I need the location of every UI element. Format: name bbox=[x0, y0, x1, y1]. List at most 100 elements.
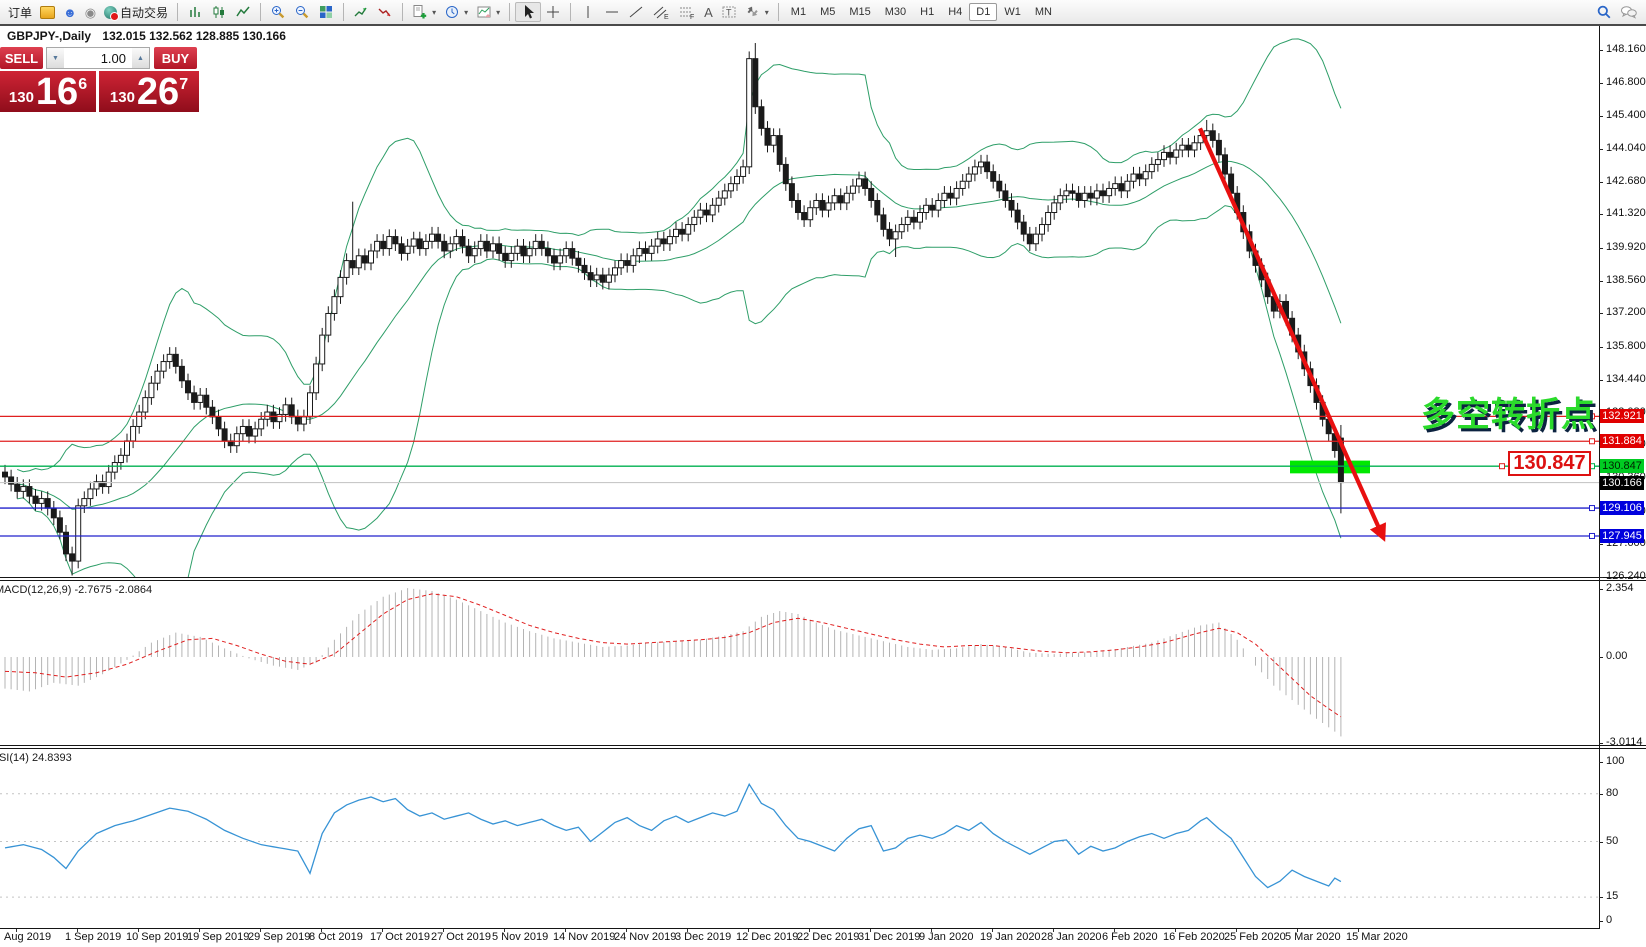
macd-tick-label: 2.354 bbox=[1606, 582, 1634, 594]
timeframe-m30[interactable]: M30 bbox=[878, 3, 913, 21]
date-label: 19 Jan 2020 bbox=[980, 931, 1041, 943]
timeframe-d1[interactable]: D1 bbox=[969, 3, 997, 21]
volume-spinner: ▼ 1.00 ▲ bbox=[46, 47, 150, 69]
arrows-tool-button[interactable]: ▾ bbox=[741, 2, 773, 22]
candle bbox=[1015, 210, 1020, 222]
candle bbox=[753, 59, 758, 107]
candle bbox=[454, 237, 459, 244]
history-icon bbox=[40, 6, 55, 19]
templates-button[interactable]: ▾ bbox=[472, 2, 504, 22]
cursor-tool-button[interactable] bbox=[515, 2, 541, 22]
crosshair-tool-button[interactable] bbox=[541, 2, 565, 22]
axis-tick-mark bbox=[1599, 577, 1603, 578]
orders-button[interactable]: 订单 bbox=[4, 2, 36, 22]
tile-windows-button[interactable] bbox=[314, 2, 338, 22]
object-anchor[interactable] bbox=[1590, 533, 1595, 538]
orders-label: 订单 bbox=[8, 4, 32, 21]
svg-text:F: F bbox=[690, 14, 694, 20]
axis-tick-mark bbox=[1599, 83, 1603, 84]
trendline-tool-button[interactable] bbox=[624, 2, 648, 22]
timeframe-mn[interactable]: MN bbox=[1028, 3, 1059, 21]
time-axis[interactable]: Aug 20191 Sep 201910 Sep 201919 Sep 2019… bbox=[0, 931, 1646, 947]
candle bbox=[173, 354, 178, 366]
pane-separator[interactable] bbox=[0, 745, 1646, 749]
timeframe-h1[interactable]: H1 bbox=[913, 3, 941, 21]
candle bbox=[161, 362, 166, 372]
candle bbox=[76, 506, 81, 561]
axis-tick-mark bbox=[1599, 116, 1603, 117]
candle bbox=[814, 200, 819, 207]
autotrade-button[interactable]: 自动交易 bbox=[100, 2, 172, 22]
pane-separator[interactable] bbox=[0, 577, 1646, 581]
date-label: 3 Dec 2019 bbox=[675, 931, 731, 943]
candle bbox=[1088, 193, 1093, 198]
object-anchor[interactable] bbox=[1500, 464, 1505, 469]
toolbar-separator bbox=[177, 3, 178, 21]
macd-pane-canvas[interactable] bbox=[0, 581, 1599, 745]
horizontal-line-icon bbox=[604, 4, 620, 20]
candle bbox=[253, 429, 258, 436]
timeframe-h4[interactable]: H4 bbox=[941, 3, 969, 21]
price-tick-label: 135.800 bbox=[1606, 340, 1646, 352]
date-label: 9 Jan 2020 bbox=[919, 931, 973, 943]
buy-button[interactable]: BUY bbox=[154, 47, 197, 69]
timeframe-m1[interactable]: M1 bbox=[784, 3, 813, 21]
fibonacci-tool-button[interactable]: F bbox=[674, 2, 700, 22]
object-anchor[interactable] bbox=[1590, 439, 1595, 444]
zoom-out-button[interactable] bbox=[290, 2, 314, 22]
candle bbox=[649, 246, 654, 253]
search-button[interactable] bbox=[1592, 2, 1616, 22]
accounts-button[interactable]: ☻ bbox=[59, 2, 81, 22]
channel-tool-button[interactable]: E bbox=[648, 2, 674, 22]
horizontal-line-tool-button[interactable] bbox=[600, 2, 624, 22]
indicator-down-button[interactable] bbox=[373, 2, 397, 22]
candle bbox=[582, 265, 587, 272]
timeframe-w1[interactable]: W1 bbox=[997, 3, 1028, 21]
line-chart-button[interactable] bbox=[231, 2, 255, 22]
candle bbox=[1125, 181, 1130, 191]
rsi-pane-canvas[interactable] bbox=[0, 749, 1599, 928]
candle bbox=[51, 508, 56, 518]
buy-price-quote[interactable]: 130267 bbox=[99, 71, 199, 112]
main-chart-canvas[interactable] bbox=[0, 26, 1599, 578]
axis-tick-mark bbox=[1599, 281, 1603, 282]
bar-chart-button[interactable] bbox=[183, 2, 207, 22]
signals-button[interactable]: ◉ bbox=[81, 2, 100, 22]
volume-up-button[interactable]: ▲ bbox=[132, 48, 149, 68]
candle bbox=[759, 107, 764, 129]
sell-price-quote[interactable]: 130166 bbox=[0, 71, 96, 112]
history-button[interactable] bbox=[36, 2, 59, 22]
chat-button[interactable] bbox=[1616, 2, 1642, 22]
candle bbox=[149, 383, 154, 397]
candle bbox=[1192, 143, 1197, 150]
zoom-in-button[interactable] bbox=[266, 2, 290, 22]
new-order-button[interactable]: ▾ bbox=[408, 2, 440, 22]
indicator-up-button[interactable] bbox=[349, 2, 373, 22]
candle bbox=[777, 136, 782, 165]
text-label-tool-button[interactable]: T bbox=[717, 2, 741, 22]
candlestick-chart-button[interactable] bbox=[207, 2, 231, 22]
chart-annotation-text[interactable]: 多空转折点 bbox=[1421, 387, 1596, 436]
candle bbox=[442, 241, 447, 251]
sell-button[interactable]: SELL bbox=[0, 47, 43, 69]
price-tick-label: 137.200 bbox=[1606, 306, 1646, 318]
price-tick-label: 126.240 bbox=[1606, 570, 1646, 582]
support-highlight-rect[interactable] bbox=[1290, 461, 1370, 474]
volume-down-button[interactable]: ▼ bbox=[47, 48, 64, 68]
timeframe-m15[interactable]: M15 bbox=[842, 3, 877, 21]
indicator-up-icon bbox=[353, 4, 369, 20]
candle bbox=[332, 297, 337, 314]
candle bbox=[692, 217, 697, 224]
candle bbox=[942, 193, 947, 200]
volume-input[interactable]: 1.00 bbox=[64, 48, 132, 68]
object-anchor[interactable] bbox=[1590, 506, 1595, 511]
timeframe-m5[interactable]: M5 bbox=[813, 3, 842, 21]
candle bbox=[613, 268, 618, 275]
price-tag-label[interactable]: 130.847 bbox=[1508, 451, 1591, 476]
text-tool-button[interactable]: A bbox=[700, 2, 717, 22]
period-clock-button[interactable]: ▾ bbox=[440, 2, 472, 22]
candle bbox=[314, 364, 319, 393]
vertical-line-tool-button[interactable] bbox=[576, 2, 600, 22]
trend-arrow[interactable] bbox=[1200, 128, 1383, 537]
candle bbox=[637, 249, 642, 256]
